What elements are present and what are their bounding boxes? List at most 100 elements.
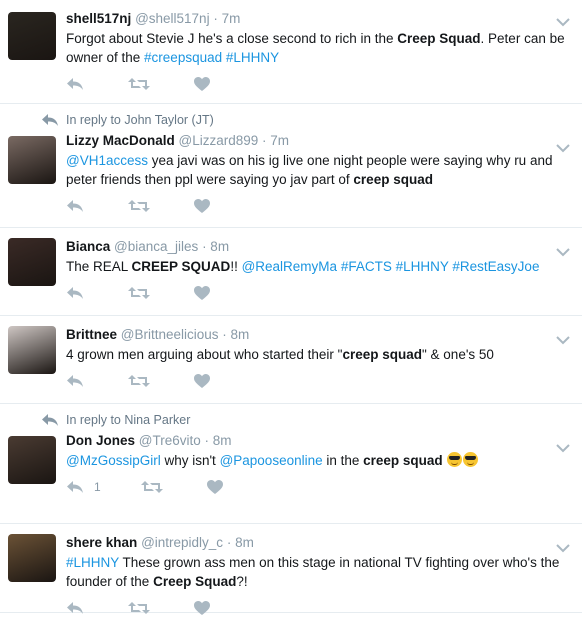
tweet-text: @VH1access yea javi was on his ig live o… [66,151,570,189]
timestamp[interactable]: · 8m [202,239,229,254]
hashtag-link[interactable]: #LHHNY [66,555,119,570]
timestamp[interactable]: · 8m [227,535,254,550]
tweet-text: @MzGossipGirl why isn't @Papooseonline i… [66,451,570,470]
sunglasses-emoji-icon [447,452,463,467]
avatar[interactable] [8,136,56,184]
retweet-button[interactable] [128,374,150,388]
avatar[interactable] [8,534,56,582]
in-reply-to-label[interactable]: In reply to Nina Parker [66,413,190,427]
tweet-text-segment: !! [230,259,242,274]
highlighted-term: CREEP SQUAD [131,259,231,274]
reply-button[interactable]: 1 [66,480,101,494]
reply-icon [66,77,84,91]
user-name[interactable]: Brittnee [66,327,117,342]
tweet-item: Brittnee @Brittneelicious · 8m 4 grown me… [0,316,582,404]
heart-icon [194,199,210,213]
tweet-item: In reply to John Taylor (JT) Lizzy MacDon… [0,104,582,228]
timestamp[interactable]: · 7m [213,11,240,26]
timestamp[interactable]: · 7m [262,133,289,148]
tweet-header: Lizzy MacDonald @Lizzard899 · 7m [66,128,570,150]
reply-icon [66,286,84,300]
hashtag-link[interactable]: #LHHNY [396,259,449,274]
hashtag-link[interactable]: #FACTS [341,259,392,274]
tweet-feed: shell517nj @shell517nj · 7m Forgot about … [0,0,582,615]
user-handle[interactable]: @shell517nj [135,11,210,26]
reply-button[interactable] [66,199,84,213]
highlighted-term: creep squad [342,347,422,362]
tweet-item: shere khan @intrepidly_c · 8m #LHHNY Thes… [0,524,582,615]
heart-icon [194,374,210,388]
tweet-actions [66,278,570,308]
hashtag-link[interactable]: #LHHNY [226,50,279,65]
retweet-button[interactable] [128,199,150,213]
like-button[interactable] [194,374,210,388]
user-name[interactable]: Don Jones [66,433,135,448]
user-handle[interactable]: @Tre6vito [139,433,201,448]
tweet-actions [66,593,570,623]
reply-button[interactable] [66,77,84,91]
user-name[interactable]: shell517nj [66,11,131,26]
avatar[interactable] [8,326,56,374]
tweet-header: shere khan @intrepidly_c · 8m [66,524,570,552]
user-name[interactable]: Bianca [66,239,110,254]
chevron-down-icon[interactable] [556,332,570,345]
tweet-text-segment: ?! [236,574,248,589]
chevron-down-icon[interactable] [556,244,570,257]
like-button[interactable] [194,286,210,300]
chevron-down-icon[interactable] [556,140,570,153]
user-handle[interactable]: @intrepidly_c [141,535,223,550]
retweet-button[interactable] [140,480,163,494]
reply-button[interactable] [66,286,84,300]
mention-link[interactable]: @RealRemyMa [242,259,337,274]
tweet-item: In reply to Nina Parker Don Jones @Tre6vi… [0,404,582,524]
user-handle[interactable]: @Lizzard899 [179,133,259,148]
retweet-icon [128,199,150,213]
tweet-text: Forgot about Stevie J he's a close secon… [66,29,570,67]
retweet-button[interactable] [128,77,150,91]
reply-arrow-icon [40,113,60,127]
tweet-actions [66,366,570,396]
tweet-text-segment: 4 grown men arguing about who started th… [66,347,343,362]
reply-button[interactable] [66,374,84,388]
tweet-text-segment: why isn't [160,453,220,468]
hashtag-link[interactable]: #creepsquad [144,50,222,65]
timestamp[interactable]: · 8m [222,327,249,342]
tweet-text: 4 grown men arguing about who started th… [66,345,570,364]
timestamp[interactable]: · 8m [205,433,232,448]
in-reply-to-label[interactable]: In reply to John Taylor (JT) [66,113,214,127]
mention-link[interactable]: @Papooseonline [220,453,323,468]
retweet-icon [128,286,150,300]
mention-link[interactable]: @VH1access [66,153,148,168]
like-button[interactable] [194,77,210,91]
chevron-down-icon[interactable] [556,440,570,453]
like-button[interactable] [194,199,210,213]
avatar[interactable] [8,12,56,60]
avatar[interactable] [8,436,56,484]
retweet-icon [128,374,150,388]
chevron-down-icon[interactable] [556,14,570,27]
tweet-text-segment [443,453,447,468]
user-handle[interactable]: @bianca_jiles [114,239,198,254]
mention-link[interactable]: @MzGossipGirl [66,453,161,468]
tweet-header: Don Jones @Tre6vito · 8m [66,428,570,450]
tweet-header: Brittnee @Brittneelicious · 8m [66,316,570,344]
user-handle[interactable]: @Brittneelicious [121,327,219,342]
reply-icon [66,374,84,388]
like-button[interactable] [206,480,223,494]
highlighted-term: creep squad [353,172,433,187]
avatar[interactable] [8,238,56,286]
hashtag-link[interactable]: #RestEasyJoe [452,259,539,274]
tweet-text-segment: These grown ass men on this stage in nat… [66,555,560,589]
chevron-down-icon[interactable] [556,540,570,553]
tweet-header: shell517nj @shell517nj · 7m [66,0,570,28]
user-name[interactable]: Lizzy MacDonald [66,133,175,148]
highlighted-term: creep squad [363,453,443,468]
user-name[interactable]: shere khan [66,535,137,550]
retweet-button[interactable] [128,286,150,300]
tweet-text-segment: in the [322,453,364,468]
in-reply-to[interactable]: In reply to John Taylor (JT) [40,104,570,128]
reply-arrow-icon [40,413,60,427]
heart-icon [194,286,210,300]
tweet-actions [66,69,570,99]
in-reply-to[interactable]: In reply to Nina Parker [40,404,570,428]
